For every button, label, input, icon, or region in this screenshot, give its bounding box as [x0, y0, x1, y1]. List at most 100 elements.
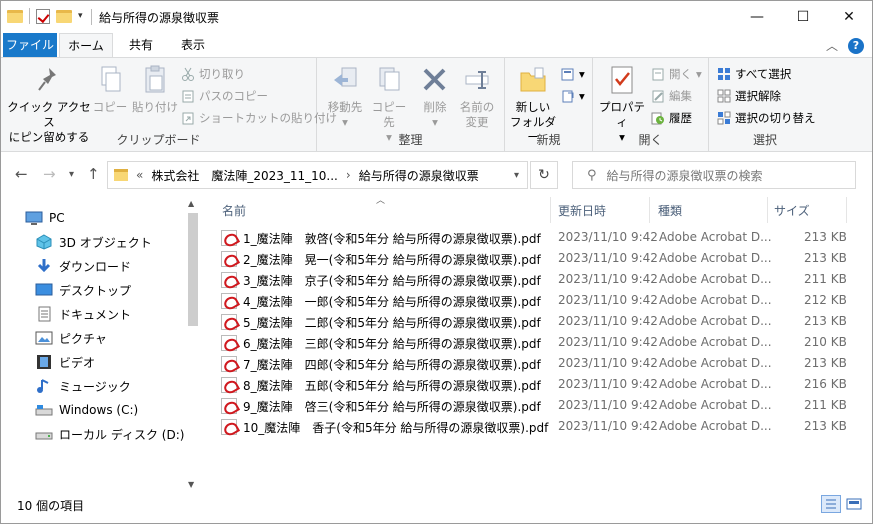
- search-placeholder: 給与所得の源泉徴収票の検索: [606, 168, 763, 183]
- rename-button[interactable]: 名前の 変更: [455, 62, 499, 130]
- new-group-label: 新規: [536, 133, 561, 147]
- column-divider[interactable]: [846, 197, 847, 223]
- cut-label: 切り取り: [199, 67, 245, 81]
- file-row[interactable]: 4_魔法陣 一郎(令和5年分 給与所得の源泉徴収票).pdf 2023/11/10…: [218, 290, 858, 311]
- file-row[interactable]: 9_魔法陣 啓三(令和5年分 給与所得の源泉徴収票).pdf 2023/11/10…: [218, 395, 858, 416]
- nav-item[interactable]: 3D オブジェクト: [35, 231, 152, 253]
- delete-button[interactable]: 削除 ▾: [417, 62, 453, 130]
- nav-item[interactable]: PC: [25, 207, 65, 229]
- rename-label: 名前の 変更: [459, 100, 495, 129]
- minimize-button[interactable]: —: [734, 1, 780, 33]
- column-divider[interactable]: [767, 197, 768, 223]
- copy-button[interactable]: コピー: [89, 62, 131, 115]
- folder-icon[interactable]: [7, 9, 23, 23]
- tab-home[interactable]: ホーム: [59, 33, 113, 57]
- invert-selection-button[interactable]: 選択の切り替え: [717, 108, 816, 128]
- forward-arrow-icon[interactable]: →: [43, 165, 56, 183]
- column-header-type[interactable]: 種類: [658, 197, 766, 223]
- item-count: 10 個の項目: [17, 499, 85, 513]
- edit-button[interactable]: 編集: [651, 86, 692, 106]
- breadcrumb-current[interactable]: 給与所得の源泉徴収票: [359, 167, 479, 184]
- music-icon: [35, 378, 53, 394]
- nav-item[interactable]: ミュージック: [35, 375, 131, 397]
- file-row[interactable]: 7_魔法陣 四郎(令和5年分 給与所得の源泉徴収票).pdf 2023/11/10…: [218, 353, 858, 374]
- pdf-file-icon: [221, 272, 237, 288]
- paste-button[interactable]: 貼り付け: [131, 62, 179, 115]
- column-header-name[interactable]: 名前: [222, 197, 552, 223]
- file-row[interactable]: 3_魔法陣 京子(令和5年分 給与所得の源泉徴収票).pdf 2023/11/10…: [218, 269, 858, 290]
- nav-item[interactable]: ピクチャ: [35, 327, 107, 349]
- column-header-date[interactable]: 更新日時: [558, 197, 652, 223]
- pictures-icon: [35, 330, 53, 346]
- customize-qat-icon[interactable]: ▾: [78, 11, 83, 21]
- close-button[interactable]: ✕: [826, 1, 872, 33]
- up-arrow-icon[interactable]: ↑: [87, 165, 100, 183]
- file-type: Adobe Acrobat D...: [659, 377, 772, 391]
- file-date: 2023/11/10 9:42: [558, 356, 658, 370]
- file-row[interactable]: 5_魔法陣 二郎(令和5年分 給与所得の源泉徴収票).pdf 2023/11/10…: [218, 311, 858, 332]
- pin-icon: [34, 64, 64, 96]
- column-divider[interactable]: [550, 197, 551, 223]
- copy-path-button[interactable]: パスのコピー: [181, 86, 268, 106]
- nav-item[interactable]: ダウンロード: [35, 255, 131, 277]
- new-item-button[interactable]: ▾: [561, 64, 585, 84]
- file-row[interactable]: 8_魔法陣 五郎(令和5年分 給与所得の源泉徴収票).pdf 2023/11/10…: [218, 374, 858, 395]
- back-arrow-icon[interactable]: ←: [15, 165, 28, 183]
- open-button[interactable]: 開く ▾: [651, 64, 702, 84]
- file-date: 2023/11/10 9:42: [558, 335, 658, 349]
- open-icon: [651, 67, 665, 81]
- maximize-button[interactable]: ☐: [780, 1, 826, 33]
- details-view-icon[interactable]: [821, 495, 841, 513]
- desktop-icon: [35, 282, 53, 298]
- file-row[interactable]: 2_魔法陣 晃一(令和5年分 給与所得の源泉徴収票).pdf 2023/11/10…: [218, 248, 858, 269]
- help-icon[interactable]: ?: [848, 37, 864, 54]
- column-type-label: 種類: [658, 203, 683, 218]
- large-icons-view-icon[interactable]: [845, 495, 863, 513]
- select-all-button[interactable]: すべて選択: [717, 64, 791, 84]
- select-none-button[interactable]: 選択解除: [717, 86, 781, 106]
- properties-check-icon[interactable]: [36, 8, 50, 24]
- easy-access-button[interactable]: ▾: [561, 86, 585, 106]
- file-row[interactable]: 1_魔法陣 敦啓(令和5年分 給与所得の源泉徴収票).pdf 2023/11/10…: [218, 227, 858, 248]
- move-to-button[interactable]: 移動先 ▾: [323, 62, 367, 130]
- history-button[interactable]: 履歴: [651, 108, 692, 128]
- tab-view[interactable]: 表示: [169, 33, 217, 57]
- history-icon: [651, 111, 665, 125]
- tab-file[interactable]: ファイル: [3, 33, 57, 57]
- cut-button[interactable]: 切り取り: [181, 64, 245, 84]
- scroll-up-icon[interactable]: ▲: [188, 199, 194, 208]
- group-clipboard: クイック アクセス にピン留めする コピー 貼り付け 切り取り パスのコピー シ…: [1, 58, 337, 151]
- nav-item[interactable]: ローカル ディスク (D:): [35, 423, 184, 445]
- address-dropdown-icon[interactable]: ▾: [514, 170, 519, 181]
- file-row[interactable]: 6_魔法陣 三郎(令和5年分 給与所得の源泉徴収票).pdf 2023/11/10…: [218, 332, 858, 353]
- breadcrumb-separator[interactable]: ›: [346, 168, 351, 182]
- new-item-icon: [561, 67, 575, 81]
- column-header-size[interactable]: サイズ: [774, 197, 844, 223]
- collapse-ribbon-icon[interactable]: ︿: [826, 37, 838, 54]
- file-date: 2023/11/10 9:42: [558, 230, 658, 244]
- select-none-label: 選択解除: [735, 89, 781, 103]
- paste-shortcut-button[interactable]: ショートカットの貼り付け: [181, 108, 337, 128]
- search-input[interactable]: ⚲ 給与所得の源泉徴収票の検索: [572, 161, 856, 189]
- scissors-icon: [181, 67, 195, 81]
- breadcrumb-company[interactable]: 株式会社 魔法陣_2023_11_10...: [151, 167, 338, 184]
- nav-item[interactable]: ビデオ: [35, 351, 95, 373]
- nav-item[interactable]: デスクトップ: [35, 279, 131, 301]
- copy-path-label: パスのコピー: [199, 89, 268, 103]
- column-divider[interactable]: [649, 197, 650, 223]
- address-bar[interactable]: « 株式会社 魔法陣_2023_11_10... › 給与所得の源泉徴収票 ▾: [107, 161, 528, 189]
- nav-item[interactable]: ドキュメント: [35, 303, 131, 325]
- nav-scroll-thumb[interactable]: [188, 213, 198, 326]
- file-name: 9_魔法陣 啓三(令和5年分 給与所得の源泉徴収票).pdf: [243, 400, 541, 414]
- breadcrumb-overflow[interactable]: «: [136, 168, 143, 182]
- recent-locations-icon[interactable]: ▾: [69, 169, 74, 180]
- search-icon: ⚲: [587, 167, 597, 183]
- file-row[interactable]: 10_魔法陣 香子(令和5年分 給与所得の源泉徴収票).pdf 2023/11/1…: [218, 416, 858, 437]
- refresh-button[interactable]: ↻: [530, 161, 558, 189]
- scroll-down-icon[interactable]: ▼: [188, 480, 194, 489]
- new-folder-icon[interactable]: [56, 9, 72, 23]
- clipboard-group-label: クリップボード: [116, 133, 201, 147]
- nav-item[interactable]: Windows (C:): [35, 399, 138, 421]
- nav-scrollbar[interactable]: ▲ ▼: [184, 197, 201, 493]
- tab-share[interactable]: 共有: [117, 33, 165, 57]
